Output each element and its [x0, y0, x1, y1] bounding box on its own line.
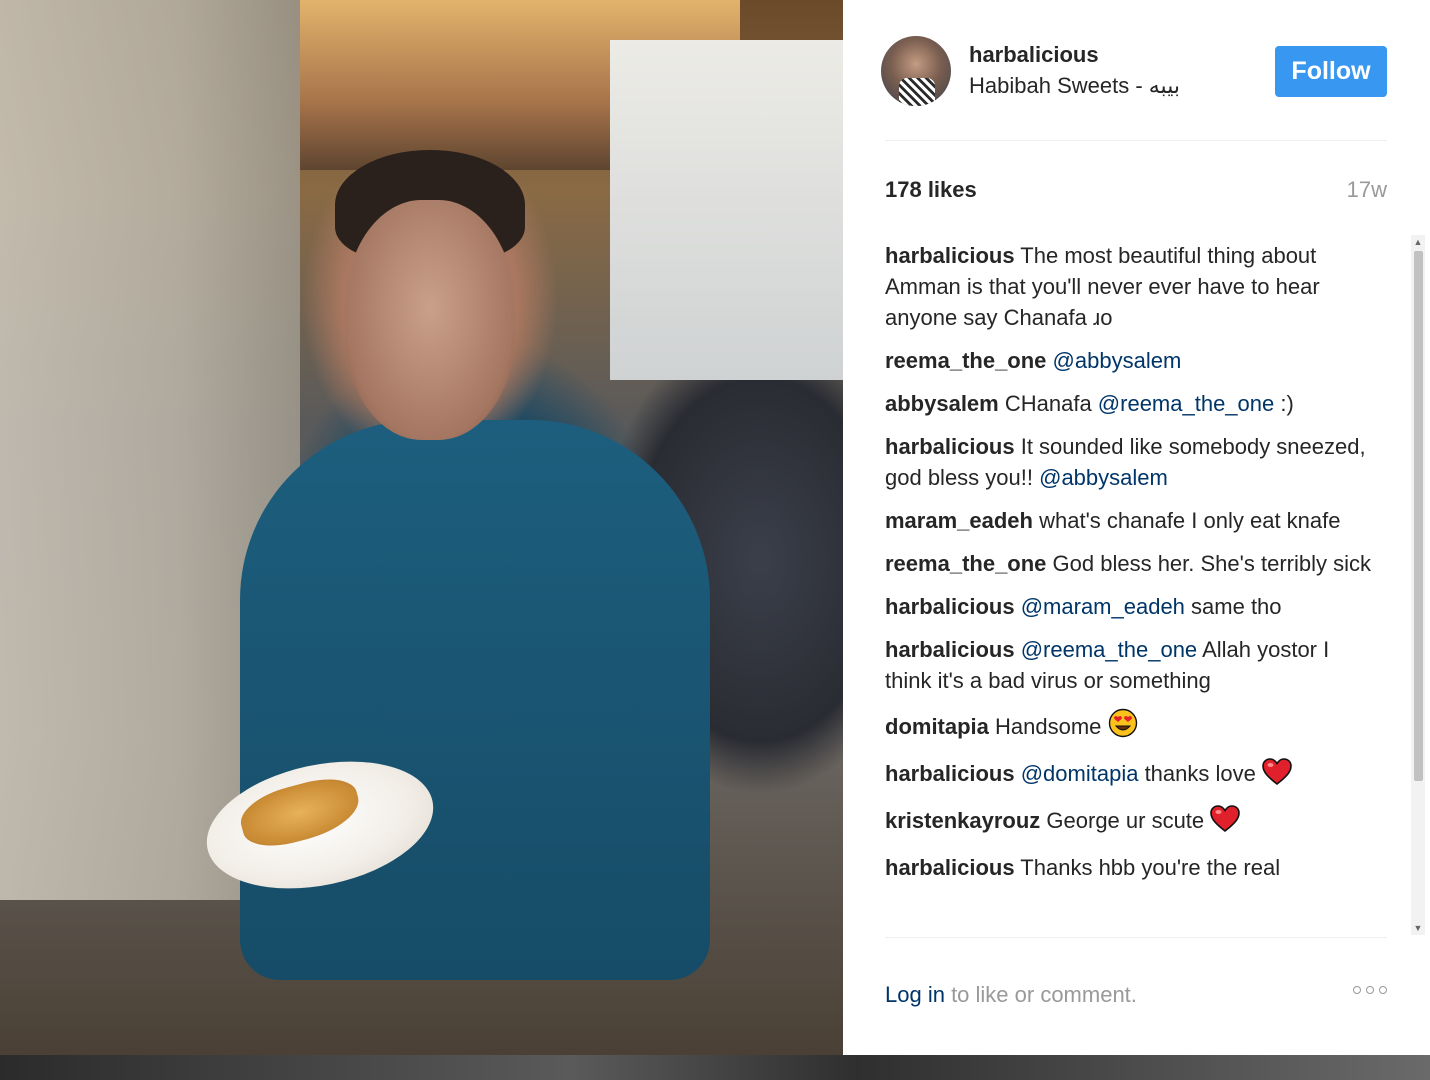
comment-username[interactable]: abbysalem — [885, 391, 999, 416]
red-heart-emoji-icon — [1210, 805, 1241, 840]
comment-mention[interactable]: @maram_eadeh — [1021, 594, 1185, 619]
login-prompt-rest: to like or comment. — [944, 982, 1137, 1007]
comment-mention[interactable]: @reema_the_one — [1021, 637, 1197, 662]
comment-mention[interactable]: @domitapia — [1021, 761, 1139, 786]
more-dot — [1379, 986, 1387, 994]
post-side-panel: harbalicious Habibah Sweets - بيبه Follo… — [843, 0, 1430, 1055]
comment-text: Handsome — [988, 714, 1108, 739]
comment-item: reema_the_one @abbysalem — [885, 345, 1375, 376]
likes-row: 178 likes 17w — [885, 177, 1387, 207]
comment-mention[interactable]: @abbysalem — [1053, 348, 1182, 373]
location-link[interactable]: Habibah Sweets - بيبه — [969, 73, 1180, 99]
comment-item: harbalicious Thanks hbb you're the real — [885, 852, 1375, 883]
comment-text: Thanks hbb you're the real — [1014, 855, 1281, 880]
comment-mention[interactable]: @reema_the_one — [1098, 391, 1274, 416]
comment-text: same tho — [1184, 594, 1282, 619]
comment-username[interactable]: reema_the_one — [885, 551, 1046, 576]
comment-text: God bless her. She's terribly sick — [1046, 551, 1371, 576]
comments-list: harbalicious The most beautiful thing ab… — [885, 240, 1375, 935]
comment-item: reema_the_one God bless her. She's terri… — [885, 548, 1375, 579]
comment-item: domitapia Handsome — [885, 708, 1375, 746]
comment-item: harbalicious It sounded like somebody sn… — [885, 431, 1375, 493]
comment-username[interactable]: domitapia — [885, 714, 989, 739]
scrollbar-thumb[interactable] — [1414, 251, 1423, 781]
login-row: Log in to like or comment. — [885, 982, 1387, 1014]
more-dot — [1366, 986, 1374, 994]
avatar[interactable] — [881, 36, 951, 106]
photo-kiosk — [610, 40, 843, 380]
likes-count[interactable]: 178 likes — [885, 177, 977, 203]
post-age[interactable]: 17w — [1347, 177, 1387, 203]
heart-eyes-emoji-icon — [1108, 708, 1138, 746]
comment-text: what's chanafe I only eat knafe — [1032, 508, 1341, 533]
post-photo[interactable] — [0, 0, 843, 1055]
comment-item: maram_eadeh what's chanafe I only eat kn… — [885, 505, 1375, 536]
follow-button[interactable]: Follow — [1275, 46, 1387, 97]
comment-username[interactable]: harbalicious — [885, 761, 1015, 786]
comment-username[interactable]: harbalicious — [885, 855, 1015, 880]
comment-username[interactable]: kristenkayrouz — [885, 808, 1040, 833]
photo-person-shirt — [240, 420, 710, 980]
comment-username[interactable]: maram_eadeh — [885, 508, 1033, 533]
comment-text: :) — [1274, 391, 1294, 416]
comment-username[interactable]: harbalicious — [885, 434, 1015, 459]
comment-item: harbalicious The most beautiful thing ab… — [885, 240, 1375, 333]
comment-item: harbalicious @reema_the_one Allah yostor… — [885, 634, 1375, 696]
comment-username[interactable]: harbalicious — [885, 594, 1015, 619]
comment-text: George ur scute — [1040, 808, 1211, 833]
post-header: harbalicious Habibah Sweets - بيبه Follo… — [881, 36, 1387, 126]
comment-username[interactable]: harbalicious — [885, 637, 1015, 662]
comment-text: CHanafa — [998, 391, 1098, 416]
header-divider — [885, 140, 1387, 141]
comment-username[interactable]: reema_the_one — [885, 348, 1046, 373]
red-heart-emoji-icon — [1262, 758, 1292, 793]
comment-item: harbalicious @domitapia thanks love — [885, 758, 1375, 793]
login-link[interactable]: Log in — [885, 982, 945, 1007]
comments-scrollbar[interactable]: ▲ ▼ — [1411, 235, 1425, 935]
comment-text: thanks love — [1138, 761, 1262, 786]
more-dot — [1353, 986, 1361, 994]
more-options-icon[interactable] — [1353, 986, 1387, 994]
comment-username[interactable]: harbalicious — [885, 243, 1015, 268]
avatar-scarf — [899, 78, 935, 106]
footer-divider — [885, 937, 1387, 938]
photo-person-face — [345, 200, 515, 440]
comment-item: abbysalem CHanafa @reema_the_one :) — [885, 388, 1375, 419]
scroll-down-arrow-icon[interactable]: ▼ — [1411, 921, 1425, 935]
scroll-up-arrow-icon[interactable]: ▲ — [1411, 235, 1425, 249]
comment-mention[interactable]: @abbysalem — [1039, 465, 1168, 490]
username-link[interactable]: harbalicious — [969, 42, 1099, 68]
login-prompt: Log in to like or comment. — [885, 982, 1137, 1008]
comment-item: harbalicious @maram_eadeh same tho — [885, 591, 1375, 622]
background-thumbnail-strip — [0, 1055, 1430, 1080]
comment-item: kristenkayrouz George ur scute — [885, 805, 1375, 840]
